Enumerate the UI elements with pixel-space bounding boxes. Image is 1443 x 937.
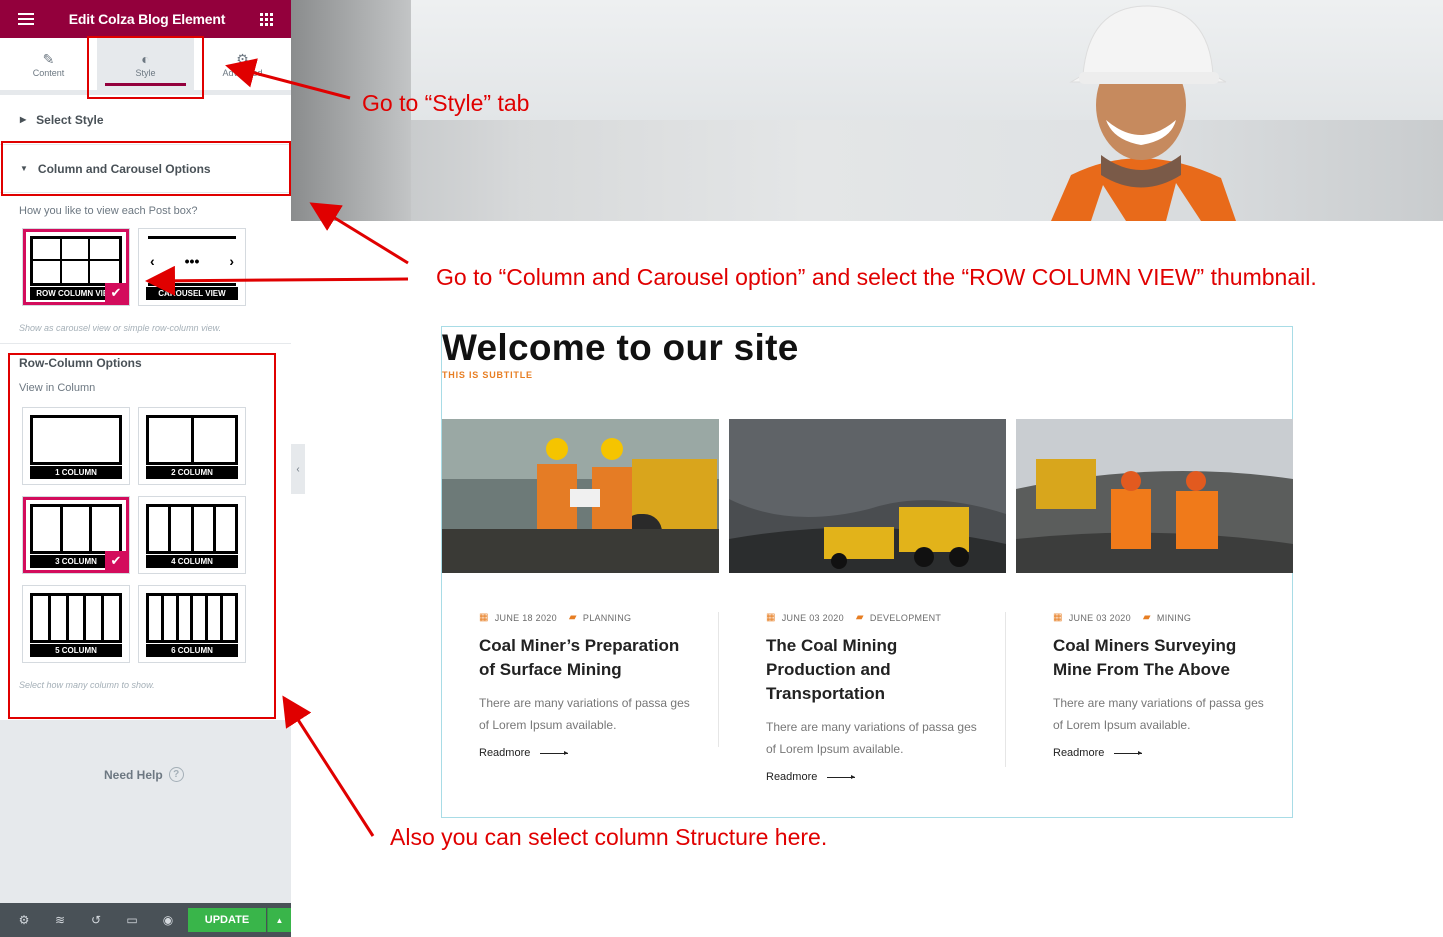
- post-card: ▦ JUNE 03 2020 ▰ DEVELOPMENT The Coal Mi…: [729, 419, 1006, 783]
- view-thumbs: ROW COLUMN VIEW ✔ ‹ ••• › CAROUSEL VIEW: [23, 229, 272, 305]
- post-excerpt: There are many variations of passa ges o…: [1053, 696, 1264, 732]
- post-meta: ▦ JUNE 03 2020 ▰ DEVELOPMENT: [729, 612, 1006, 623]
- post-category[interactable]: DEVELOPMENT: [870, 613, 941, 623]
- post-title[interactable]: Coal Miner’s Preparation of Surface Mini…: [442, 634, 719, 682]
- layers-icon[interactable]: ≋: [42, 913, 78, 927]
- tab-label: Advanced: [222, 68, 263, 78]
- carousel-icon: ‹ ••• ›: [148, 236, 236, 286]
- post-excerpt: There are many variations of passa ges o…: [766, 720, 977, 756]
- settings-icon[interactable]: ⚙: [6, 913, 42, 927]
- post-date: JUNE 03 2020: [1068, 612, 1131, 623]
- thumb-caption: CAROUSEL VIEW: [146, 287, 238, 300]
- tab-content[interactable]: ✎ Content: [0, 38, 97, 90]
- arrow-right-icon: [827, 774, 856, 779]
- post-meta: ▦ JUNE 18 2020 ▰ PLANNING: [442, 612, 719, 623]
- readmore-link[interactable]: Readmore: [442, 747, 719, 759]
- checkmark-icon: ✔: [105, 283, 127, 303]
- readmore-link[interactable]: Readmore: [729, 771, 1006, 783]
- post-excerpt: There are many variations of passa ges o…: [479, 696, 690, 732]
- worker-portrait: [1051, 5, 1236, 221]
- arrow-right-icon: [1114, 750, 1143, 755]
- post-title[interactable]: The Coal Mining Production and Transport…: [729, 634, 1006, 706]
- collapse-panel-button[interactable]: ‹: [291, 444, 305, 494]
- blog-widget[interactable]: Welcome to our site THIS IS SUBTITLE ▦ J…: [441, 326, 1293, 818]
- gear-icon: ⚙: [236, 51, 249, 67]
- view-control: How you like to view each Post box? ROW …: [0, 193, 291, 343]
- folder-icon: ▰: [855, 612, 864, 623]
- pencil-icon: ✎: [42, 51, 55, 67]
- update-button[interactable]: UPDATE: [188, 908, 266, 932]
- history-icon[interactable]: ↺: [78, 913, 114, 927]
- panel-title: Edit Colza Blog Element: [68, 11, 226, 27]
- post-title[interactable]: Coal Miners Surveying Mine From The Abov…: [1016, 634, 1293, 682]
- menu-icon[interactable]: [18, 13, 34, 25]
- post-category[interactable]: MINING: [1157, 613, 1191, 623]
- readmore-label: Readmore: [1053, 747, 1105, 759]
- post-meta: ▦ JUNE 03 2020 ▰ MINING: [1016, 612, 1293, 623]
- calendar-icon: ▦: [1053, 612, 1063, 623]
- question-icon: ?: [168, 767, 184, 782]
- readmore-link[interactable]: Readmore: [1016, 747, 1293, 759]
- tab-label: Content: [32, 68, 65, 78]
- panel-header: Edit Colza Blog Element: [0, 0, 291, 38]
- annotation-column-structure: Also you can select column Structure her…: [390, 824, 828, 850]
- post-image-surface-mining[interactable]: [442, 419, 719, 573]
- post-date: JUNE 18 2020: [494, 612, 557, 623]
- post-image-coal-transport[interactable]: [729, 419, 1006, 573]
- post-image-miners-surveying[interactable]: [1016, 419, 1293, 573]
- panel-footer: ⚙ ≋ ↺ ▭ ◉ UPDATE ▲: [0, 903, 291, 937]
- post-category[interactable]: PLANNING: [583, 613, 631, 623]
- annotation-column-option: Go to “Column and Carousel option” and s…: [436, 264, 1317, 290]
- section-select-style[interactable]: ▶ Select Style: [0, 95, 291, 145]
- highlight-style-tab: [87, 36, 204, 99]
- row-column-view-thumb[interactable]: ROW COLUMN VIEW ✔: [23, 229, 129, 305]
- view-note: Show as carousel view or simple row-colu…: [19, 323, 222, 333]
- responsive-icon[interactable]: ▭: [114, 913, 150, 927]
- post-card: ▦ JUNE 18 2020 ▰ PLANNING Coal Miner’s P…: [442, 419, 719, 759]
- carousel-view-thumb[interactable]: ‹ ••• › CAROUSEL VIEW: [139, 229, 245, 305]
- need-help-link[interactable]: Need Help ?: [104, 767, 184, 782]
- caret-right-icon: ▶: [20, 115, 27, 124]
- readmore-label: Readmore: [479, 747, 531, 759]
- card-divider: [1005, 612, 1006, 767]
- hero-sky: [411, 0, 1443, 120]
- folder-icon: ▰: [1142, 612, 1151, 623]
- tab-advanced[interactable]: ⚙ Advanced: [194, 38, 291, 90]
- view-question: How you like to view each Post box?: [19, 205, 198, 217]
- calendar-icon: ▦: [766, 612, 776, 623]
- preview-eye-icon[interactable]: ◉: [150, 913, 186, 927]
- blog-title: Welcome to our site: [442, 327, 799, 368]
- widgets-grid-icon[interactable]: [259, 12, 273, 26]
- folder-icon: ▰: [568, 612, 577, 623]
- card-divider: [718, 612, 719, 747]
- need-help-label: Need Help: [104, 767, 163, 782]
- arrow-right-icon: [540, 750, 569, 755]
- grid-icon: [30, 236, 122, 286]
- section-label: Select Style: [36, 112, 104, 127]
- post-card: ▦ JUNE 03 2020 ▰ MINING Coal Miners Surv…: [1016, 419, 1293, 759]
- calendar-icon: ▦: [479, 612, 489, 623]
- readmore-label: Readmore: [766, 771, 818, 783]
- blog-subtitle: THIS IS SUBTITLE: [442, 370, 533, 380]
- annotation-style-tab: Go to “Style” tab: [362, 90, 530, 116]
- highlight-row-column: [8, 353, 276, 719]
- update-options-caret-icon[interactable]: ▲: [267, 908, 291, 932]
- post-date: JUNE 03 2020: [781, 612, 844, 623]
- highlight-column-carousel: [1, 141, 291, 196]
